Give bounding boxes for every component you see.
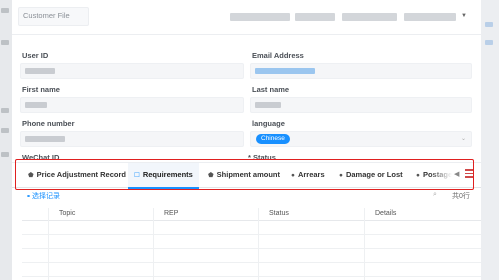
customer-detail-panel: Customer File ▼ User ID Email Address Fi… (12, 0, 481, 280)
column-divider (258, 208, 259, 280)
detail-tabs: ⬟ Price Adjustment Record ☐ Requirements ⬟… (12, 162, 481, 189)
tag-icon: ⬟ (28, 172, 34, 179)
user-id-label: User ID (22, 51, 49, 60)
panel-header: Customer File ▼ (12, 0, 481, 35)
email-field[interactable] (250, 63, 472, 79)
column-status[interactable]: Status (269, 210, 289, 217)
language-select[interactable]: Chinese ⌄ (250, 131, 472, 147)
redacted-header-info (295, 13, 335, 21)
tab-scroll-fade (430, 163, 452, 187)
table-header: Topic REP Status Details (22, 208, 481, 221)
info-circle-icon: ● (339, 172, 343, 179)
document-icon: ☐ (134, 172, 140, 179)
records-toolbar: ⚭选择记录 ⌕ 共0行 (12, 188, 481, 204)
first-name-label: First name (22, 85, 60, 94)
info-circle-icon: ● (291, 172, 295, 179)
language-tag: Chinese (256, 134, 290, 144)
select-records-button[interactable]: ⚭选择记录 (26, 191, 60, 201)
redacted-header-info (230, 13, 290, 21)
chevron-left-icon[interactable]: ◀ (454, 170, 459, 178)
user-id-field[interactable] (20, 63, 244, 79)
search-icon[interactable]: ⌕ (433, 191, 437, 199)
last-name-label: Last name (252, 85, 290, 94)
table-row (22, 249, 481, 263)
select-records-label: 选择记录 (32, 193, 61, 200)
tab-price-adjustment-record[interactable]: ⬟ Price Adjustment Record (28, 163, 126, 187)
table-row (22, 221, 481, 235)
tab-label: Price Adjustment Record (36, 170, 126, 179)
background-app-right (481, 0, 499, 280)
column-divider (153, 208, 154, 280)
row-count: 共0行 (452, 193, 470, 200)
first-name-field[interactable] (20, 97, 244, 113)
customer-form: User ID Email Address First name Last na… (12, 34, 481, 162)
tab-label: Arrears (297, 170, 325, 179)
column-details[interactable]: Details (375, 210, 396, 217)
column-topic[interactable]: Topic (59, 210, 75, 217)
package-icon: ⬟ (208, 172, 214, 179)
tab-shipment-amount[interactable]: ⬟ Shipment amount (208, 163, 280, 187)
tab-list-menu-icon[interactable] (465, 169, 473, 178)
table-row (22, 263, 481, 277)
status-label: * Status (248, 153, 276, 162)
last-name-field[interactable] (250, 97, 472, 113)
link-icon: ⚭ (26, 194, 32, 200)
chevron-down-icon[interactable]: ▼ (461, 13, 467, 19)
email-label: Email Address (252, 51, 304, 60)
tab-arrears[interactable]: ● Arrears (291, 163, 325, 187)
customer-file-label: Customer File (23, 11, 70, 20)
tab-damage-or-lost[interactable]: ● Damage or Lost (339, 163, 403, 187)
tab-label: Shipment amount (216, 170, 280, 179)
column-rep[interactable]: REP (164, 210, 178, 217)
phone-label: Phone number (22, 119, 75, 128)
phone-field[interactable] (20, 131, 244, 147)
table-row (22, 235, 481, 249)
tab-label: Requirements (142, 170, 193, 179)
column-divider (48, 208, 49, 280)
language-label: language (252, 119, 285, 128)
info-circle-icon: ● (416, 172, 420, 179)
redacted-header-info (404, 13, 456, 21)
redacted-header-info (342, 13, 397, 21)
requirements-table: Topic REP Status Details (22, 208, 481, 280)
wechat-label: WeChat ID (22, 153, 60, 162)
chevron-down-icon: ⌄ (460, 136, 466, 142)
tab-label: Damage or Lost (345, 170, 403, 179)
column-divider (364, 208, 365, 280)
background-app-left (0, 0, 12, 280)
tab-requirements[interactable]: ☐ Requirements (128, 163, 199, 189)
